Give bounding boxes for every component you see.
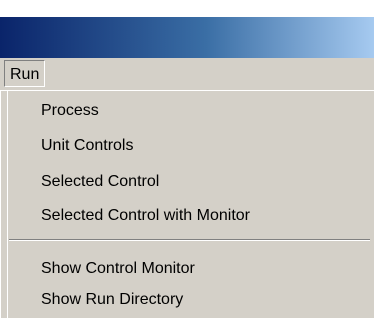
application-window: Run Process Unit Controls Selected Contr… bbox=[0, 0, 374, 318]
menu-item-unit-controls[interactable]: Unit Controls bbox=[41, 133, 133, 159]
menu-item-process[interactable]: Process bbox=[41, 98, 99, 124]
menu-item-selected-control[interactable]: Selected Control bbox=[41, 169, 159, 195]
menu-run[interactable]: Run bbox=[4, 60, 46, 87]
menu-item-show-control-monitor[interactable]: Show Control Monitor bbox=[41, 256, 195, 282]
menu-item-selected-control-with-monitor[interactable]: Selected Control with Monitor bbox=[41, 203, 250, 229]
menu-separator bbox=[9, 239, 370, 241]
run-dropdown-menu: Process Unit Controls Selected Control S… bbox=[0, 90, 374, 318]
title-bar[interactable] bbox=[0, 17, 374, 58]
menu-bar: Run bbox=[0, 58, 374, 91]
menu-item-show-run-directory[interactable]: Show Run Directory bbox=[41, 287, 183, 313]
